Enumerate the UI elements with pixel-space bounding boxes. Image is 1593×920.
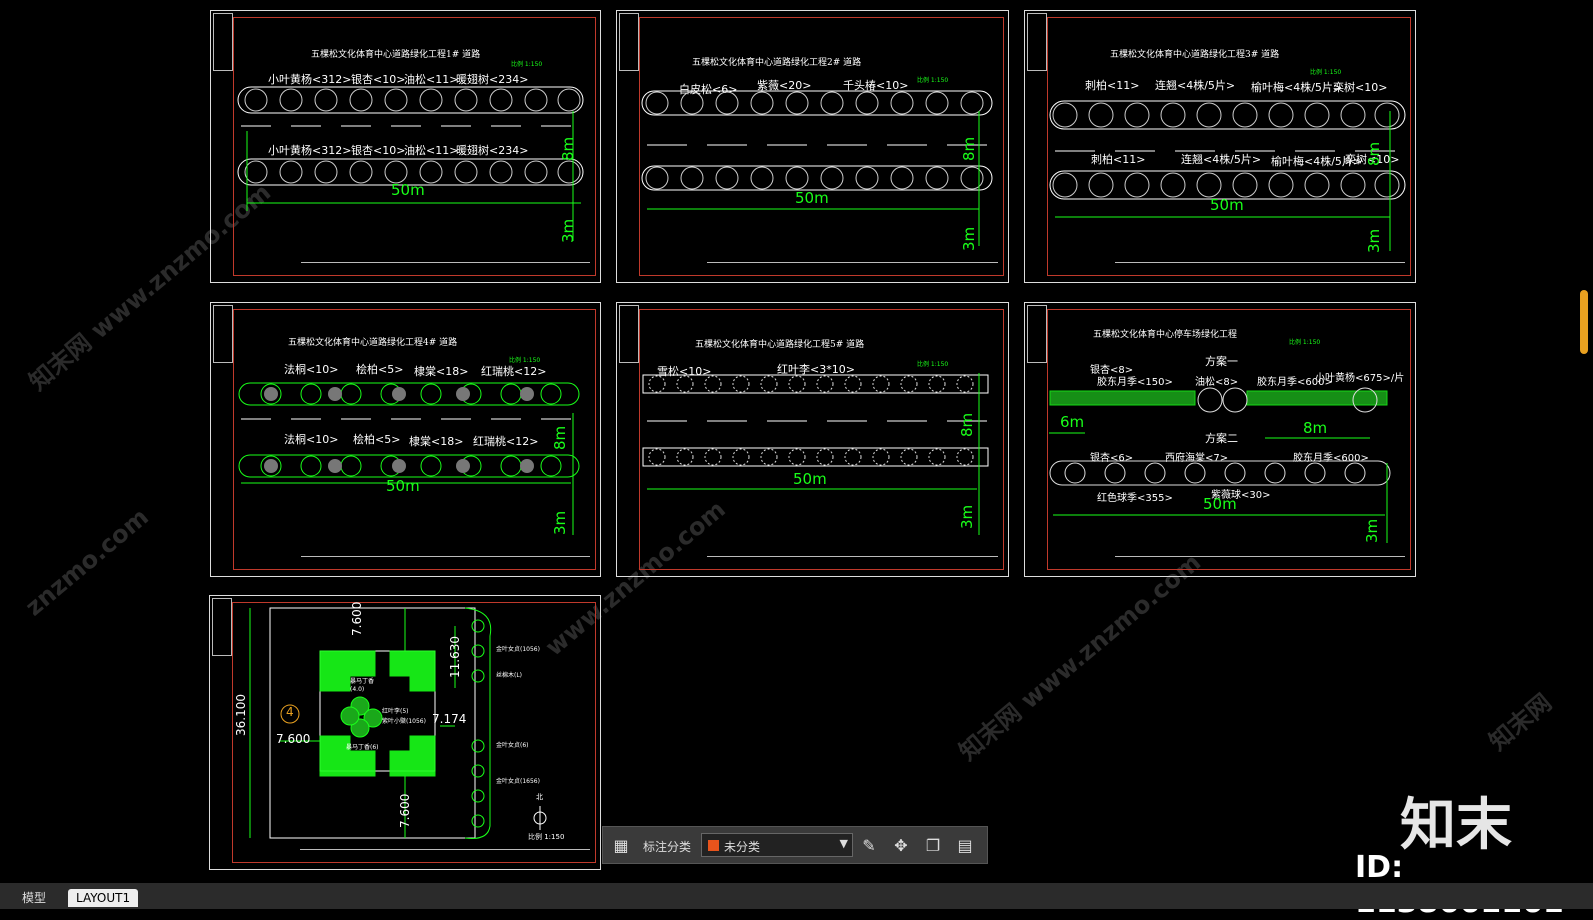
drawing-sheet-7[interactable]: 4 7.600 11.630 36.100 7.600 7.174 7.600 …: [209, 595, 601, 870]
dimension-label: 7.600: [276, 732, 311, 746]
drawing-canvas[interactable]: 知末网 www.znzmo.com znzmo.com www.znzmo.co…: [0, 0, 1593, 920]
dimension-label: 3m: [958, 504, 976, 529]
drawing-sheet-2[interactable]: 五棵松文化体育中心道路绿化工程2# 道路 比例 1:150 白皮松<6> 紫薇<…: [616, 10, 1009, 283]
dimension-label: 11.630: [448, 636, 462, 678]
category-select-value: 未分类: [724, 840, 761, 854]
edit-icon[interactable]: ✎: [859, 836, 879, 856]
dimension-label: 3m: [960, 226, 978, 251]
dimension-label: 3m: [1363, 518, 1381, 543]
tab-layout1[interactable]: LAYOUT1: [68, 889, 139, 907]
dimension-label: 8m: [1365, 141, 1383, 166]
circle-mark: 4: [286, 705, 294, 719]
plant-label: 丝棉木(L): [496, 672, 523, 679]
brand-logo: 知末: [1400, 792, 1512, 858]
tree-row-graphic: [641, 90, 993, 246]
dimension-label: 8m: [559, 136, 577, 161]
move-icon[interactable]: ✥: [891, 836, 911, 856]
dimension-label: 50m: [386, 477, 420, 495]
dimension-label: 50m: [795, 189, 829, 207]
plant-label: 金叶女贞(6): [496, 742, 529, 749]
north-arrow-label: 北: [536, 793, 543, 801]
dimension-label: 3m: [1365, 228, 1383, 253]
plaza-plan-graphic: [249, 607, 547, 839]
tree-row-graphic: [1049, 100, 1406, 251]
drawing-sheet-3[interactable]: 五棵松文化体育中心道路绿化工程3# 道路 比例 1:150 刺柏<11> 连翘<…: [1024, 10, 1416, 283]
dimension-label: 3m: [551, 510, 569, 535]
scroll-indicator[interactable]: [1580, 290, 1588, 354]
grid-icon[interactable]: ▦: [611, 836, 631, 856]
drawing-sheet-1[interactable]: 五棵松文化体育中心道路绿化工程1# 道路 比例 1:150 小叶黄杨<312> …: [210, 10, 601, 283]
annotation-toolbar: ▦ 标注分类 未分类 ▼ ✎ ✥ ❐ ▤: [602, 826, 988, 864]
dimension-label: 7.174: [432, 712, 467, 726]
paste-icon[interactable]: ▤: [955, 836, 975, 856]
drawing-sheet-6[interactable]: 五棵松文化体育中心停车场绿化工程 比例 1:150 方案一 银杏<8> 胶东月季…: [1024, 302, 1416, 577]
tab-model[interactable]: 模型: [14, 889, 54, 907]
category-select[interactable]: 未分类 ▼: [701, 833, 853, 857]
dimension-label: 8m: [1303, 419, 1328, 437]
drawing-sheet-5[interactable]: 五棵松文化体育中心道路绿化工程5# 道路 比例 1:150 雪松<10> 红叶李…: [616, 302, 1009, 577]
plant-label: 红叶李(5): [382, 708, 409, 715]
dimension-label: 36.100: [234, 694, 248, 736]
chevron-down-icon: ▼: [839, 837, 848, 850]
dimension-label: 8m: [551, 425, 569, 450]
dimension-label: 7.600: [350, 601, 364, 636]
dimension-label: 8m: [958, 412, 976, 437]
dimension-label: 50m: [1203, 495, 1237, 513]
tree-row-graphic: [642, 373, 989, 535]
layout-tab-bar: 模型 LAYOUT1: [0, 883, 1593, 909]
category-color-swatch: [708, 840, 719, 851]
scale-label: 比例 1:150: [528, 833, 565, 841]
watermark: 知末网: [1483, 688, 1558, 757]
tree-row-graphic: [237, 86, 584, 241]
plant-label: 金叶女贞(1656): [496, 778, 540, 785]
tree-row-graphic: [238, 382, 581, 535]
plant-label: 暴马丁香(6): [346, 744, 379, 751]
plant-label: 紫叶小檗(1056): [382, 718, 426, 725]
dimension-label: 50m: [1210, 196, 1244, 214]
plant-label: 暴马丁香: [350, 678, 375, 685]
dimension-label: 8m: [960, 136, 978, 161]
watermark: znzmo.com: [20, 502, 154, 622]
plant-label: (4.0): [350, 686, 365, 693]
parking-planting-graphic: [1049, 387, 1391, 543]
annotation-category-label: 标注分类: [643, 840, 692, 854]
dimension-label: 6m: [1060, 413, 1085, 431]
dimension-label: 7.600: [398, 793, 412, 828]
dimension-label: 50m: [793, 470, 827, 488]
dimension-label: 3m: [559, 218, 577, 243]
dimension-label: 50m: [391, 181, 425, 199]
drawing-sheet-4[interactable]: 五棵松文化体育中心道路绿化工程4# 道路 比例 1:150 法桐<10> 桧柏<…: [210, 302, 601, 577]
copy-icon[interactable]: ❐: [923, 836, 943, 856]
plant-label: 金叶女贞(1056): [496, 646, 540, 653]
